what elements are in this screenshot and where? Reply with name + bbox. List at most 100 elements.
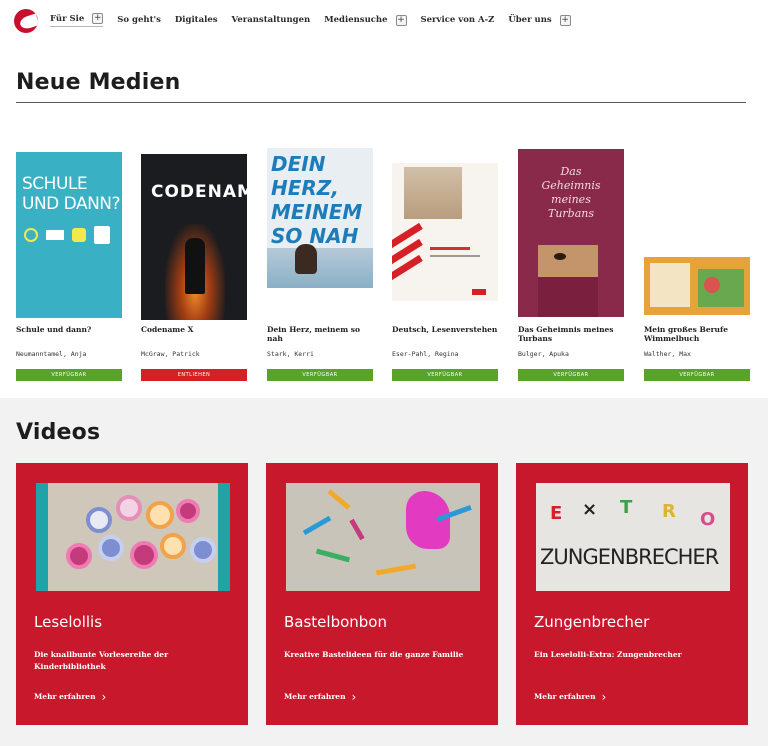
media-carousel: SCHULE UND DANN? Schule und dann? Neuman…: [0, 145, 768, 385]
book-title[interactable]: Codename X: [141, 325, 249, 334]
chevron-right-icon: ›: [351, 689, 357, 704]
book-author: Eser-Pahl, Regina: [392, 350, 459, 358]
video-title[interactable]: Zungenbrecher: [534, 613, 649, 631]
cover-graphic: [704, 277, 720, 293]
cover-text: SCHULE UND DANN?: [22, 174, 121, 214]
book-author: McGraw, Patrick: [141, 350, 200, 358]
cover-graphic: [295, 244, 317, 274]
thumb-letter: E: [550, 503, 563, 524]
nav-item-ueber-uns[interactable]: Über uns +: [508, 14, 571, 26]
video-thumbnail[interactable]: E × T R O ZUNGENBRECHER: [536, 483, 730, 591]
cover-graphic: [430, 247, 470, 250]
cover-graphic: [72, 228, 86, 242]
book-title[interactable]: Deutsch, Lesenverstehen: [392, 325, 500, 334]
main-navigation: Für Sie + So geht's Digitales Veranstalt…: [0, 0, 768, 44]
video-card-zungenbrecher[interactable]: E × T R O ZUNGENBRECHER Zungenbrecher Ei…: [516, 463, 748, 725]
cover-graphic: [24, 228, 38, 242]
video-description: Ein Leselolli-Extra: Zungenbrecher: [534, 650, 682, 659]
book-author: Bulger, Apuka: [518, 350, 569, 358]
more-link-label[interactable]: Mehr erfahren: [534, 692, 596, 701]
cover-graphic: [267, 248, 373, 288]
more-link-label[interactable]: Mehr erfahren: [284, 692, 346, 701]
nav-item-label[interactable]: Digitales: [175, 15, 218, 25]
availability-badge: VERFÜGBAR: [644, 369, 750, 381]
nav-item-label[interactable]: Über uns: [508, 15, 551, 25]
nav-item-label[interactable]: Service von A-Z: [421, 15, 495, 25]
expand-plus-icon[interactable]: +: [559, 14, 571, 26]
book-title[interactable]: Dein Herz, meinem so nah: [267, 325, 375, 343]
book-cover[interactable]: SCHULE UND DANN?: [16, 152, 122, 318]
nav-item-label[interactable]: Mediensuche: [324, 15, 387, 25]
craft-graphic: [349, 518, 365, 541]
lollipop-graphic: [146, 501, 174, 529]
more-link[interactable]: Mehr erfahren ›: [534, 689, 607, 704]
thumb-letter: O: [700, 509, 716, 530]
thumb-letter: ×: [582, 499, 598, 520]
cover-text: DEIN HERZ, MEINEM SO NAH: [271, 152, 363, 248]
book-cover[interactable]: CODENAME: [141, 154, 247, 320]
lollipop-graphic: [160, 533, 186, 559]
availability-badge: VERFÜGBAR: [518, 369, 624, 381]
book-author: Neumanntamel, Anja: [16, 350, 87, 358]
chevron-right-icon: ›: [101, 689, 107, 704]
nav-item-label[interactable]: Veranstaltungen: [232, 15, 311, 25]
thumb-text: ZUNGENBRECHER: [540, 545, 719, 569]
book-cover[interactable]: Das Geheimnis meines Turbans: [518, 149, 624, 317]
book-title[interactable]: Mein großes Berufe Wimmelbuch: [644, 325, 752, 343]
section-title-videos: Videos: [16, 420, 101, 445]
thumb-letter: T: [620, 497, 633, 518]
video-thumbnail[interactable]: [36, 483, 230, 591]
nav-item-label[interactable]: Für Sie: [50, 14, 84, 24]
section-divider: [16, 102, 746, 103]
video-description: Die knallbunte Vorlesereihe der Kinderbi…: [34, 650, 169, 671]
cover-text: CODENAME: [151, 182, 247, 202]
cover-graphic: [650, 263, 690, 307]
video-title[interactable]: Bastelbonbon: [284, 613, 387, 631]
nav-menu: Für Sie + So geht's Digitales Veranstalt…: [50, 13, 585, 27]
video-card-bastelbonbon[interactable]: Bastelbonbon Kreative Bastelideen für di…: [266, 463, 498, 725]
book-cover[interactable]: DEIN HERZ, MEINEM SO NAH: [267, 148, 373, 288]
expand-plus-icon[interactable]: +: [92, 13, 104, 24]
book-cover[interactable]: [644, 257, 750, 315]
cover-graphic: [404, 167, 462, 219]
lollipop-graphic: [190, 537, 216, 563]
craft-graphic: [375, 563, 417, 576]
book-cover[interactable]: [392, 163, 498, 301]
video-thumbnail[interactable]: [286, 483, 480, 591]
availability-badge: VERFÜGBAR: [16, 369, 122, 381]
craft-graphic: [302, 515, 332, 536]
video-card-leselollis[interactable]: Leselollis Die knallbunte Vorlesereihe d…: [16, 463, 248, 725]
video-title[interactable]: Leselollis: [34, 613, 102, 631]
cover-graphic: [46, 230, 64, 240]
cover-text: Das Geheimnis meines Turbans: [541, 165, 601, 220]
lollipop-graphic: [130, 541, 158, 569]
chevron-right-icon: ›: [601, 689, 607, 704]
cover-graphic: [472, 289, 486, 295]
book-author: Walther, Max: [644, 350, 691, 358]
nav-item-digitales[interactable]: Digitales: [175, 15, 218, 25]
nav-item-fuer-sie[interactable]: Für Sie +: [50, 13, 104, 27]
nav-item-veranstaltungen[interactable]: Veranstaltungen: [232, 15, 311, 25]
library-logo[interactable]: [14, 9, 38, 33]
nav-item-so-gehts[interactable]: So geht's: [117, 15, 161, 25]
more-link[interactable]: Mehr erfahren ›: [284, 689, 357, 704]
lollipop-graphic: [86, 507, 112, 533]
lollipop-graphic: [176, 499, 200, 523]
book-author: Stark, Kerri: [267, 350, 314, 358]
craft-graphic: [315, 548, 351, 563]
cover-graphic: [538, 245, 598, 277]
availability-badge: ENTLIEHEN: [141, 369, 247, 381]
lollipop-graphic: [66, 543, 92, 569]
expand-plus-icon[interactable]: +: [395, 14, 407, 26]
thumb-letter: R: [662, 501, 676, 522]
more-link[interactable]: Mehr erfahren ›: [34, 689, 107, 704]
book-title[interactable]: Schule und dann?: [16, 325, 124, 334]
more-link-label[interactable]: Mehr erfahren: [34, 692, 96, 701]
craft-graphic: [327, 489, 351, 510]
nav-item-label[interactable]: So geht's: [117, 15, 161, 25]
nav-item-service[interactable]: Service von A-Z: [421, 15, 495, 25]
book-title[interactable]: Das Geheimnis meines Turbans: [518, 325, 626, 343]
nav-item-mediensuche[interactable]: Mediensuche +: [324, 14, 407, 26]
cover-graphic: [554, 253, 566, 260]
availability-badge: VERFÜGBAR: [392, 369, 498, 381]
